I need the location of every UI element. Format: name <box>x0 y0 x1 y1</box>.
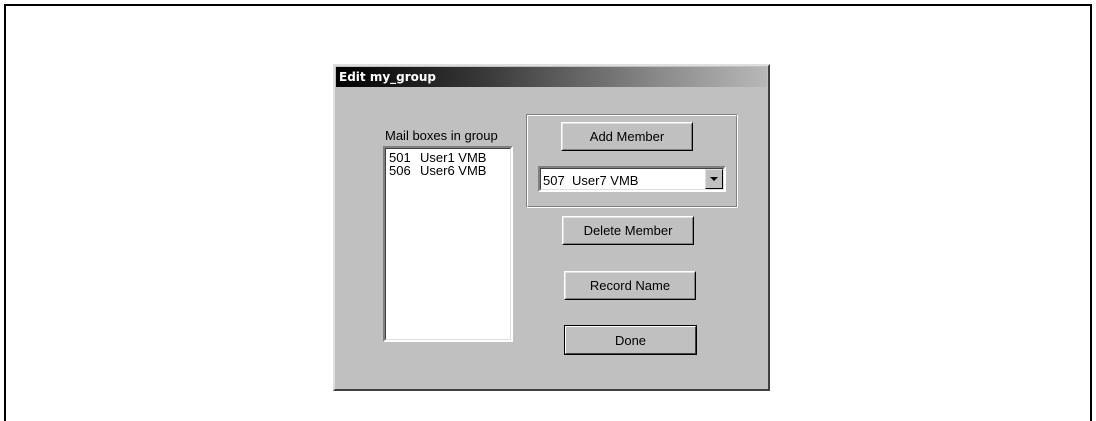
mailboxes-label: Mail boxes in group <box>385 128 498 143</box>
mailboxes-listbox[interactable]: 501 User1 VMB 506 User6 VMB <box>383 146 513 342</box>
add-member-button-label: Add Member <box>589 129 665 144</box>
dialog-title: Edit my_group <box>339 70 437 84</box>
add-member-button[interactable]: Add Member <box>561 122 693 151</box>
member-select-dropdown[interactable]: 507 User7 VMB <box>538 166 726 192</box>
dialog-titlebar[interactable]: Edit my_group <box>336 67 767 87</box>
done-button[interactable]: Done <box>564 325 697 355</box>
edit-group-dialog: Edit my_group Mail boxes in group 501 Use… <box>333 64 770 391</box>
done-button-label: Done <box>614 332 647 348</box>
delete-member-button-label: Delete Member <box>583 223 673 238</box>
list-item[interactable]: 506 User6 VMB <box>389 164 508 177</box>
mailbox-name: User6 VMB <box>420 163 487 178</box>
selected-member-name: User7 VMB <box>572 173 639 188</box>
chevron-down-icon[interactable] <box>705 169 723 189</box>
member-select-value: 507 User7 VMB <box>543 173 638 188</box>
record-name-button-label: Record Name <box>589 278 671 293</box>
record-name-button[interactable]: Record Name <box>564 271 696 300</box>
delete-member-button[interactable]: Delete Member <box>562 216 694 245</box>
selected-member-number: 507 <box>543 173 565 188</box>
mailbox-number: 506 <box>389 163 411 178</box>
